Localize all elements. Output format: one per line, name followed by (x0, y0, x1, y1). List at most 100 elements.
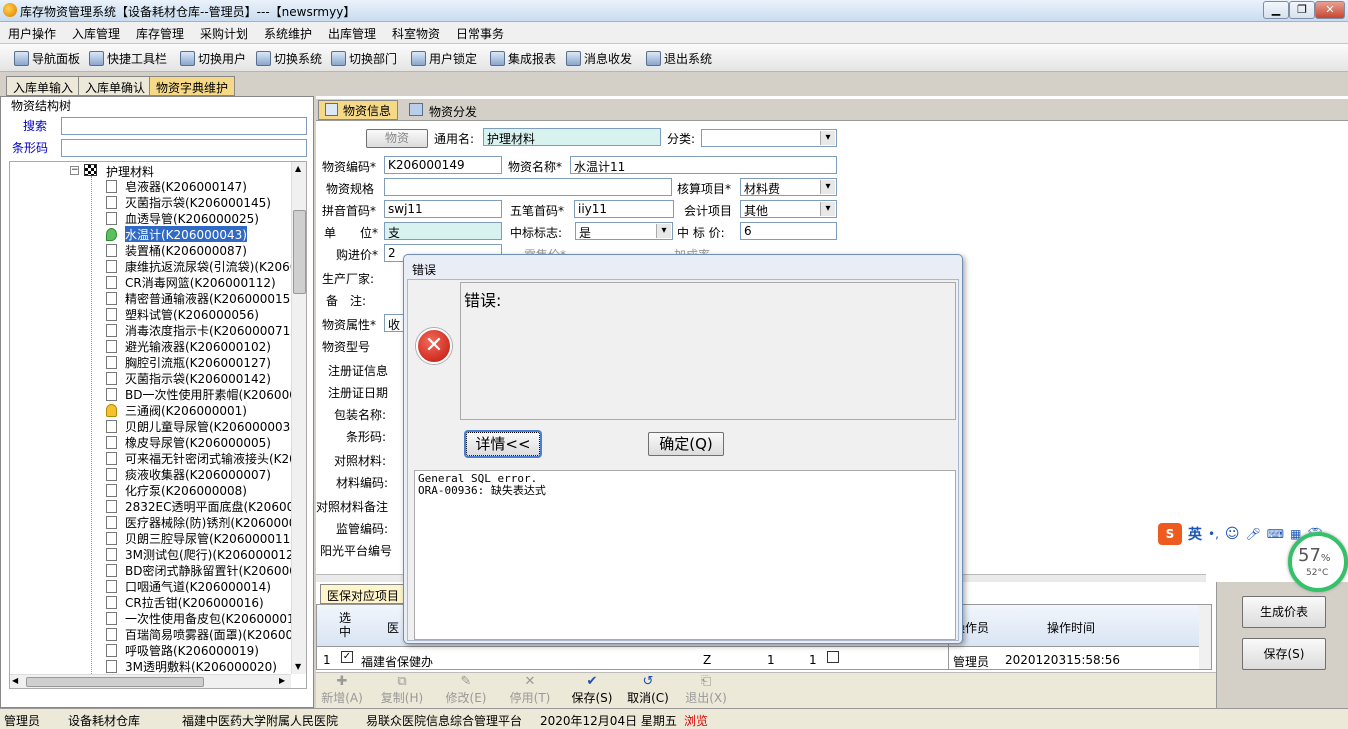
minimize-button[interactable]: ▁ (1263, 1, 1289, 19)
menu-user-ops[interactable]: 用户操作 (8, 25, 56, 42)
goods-type-button[interactable]: 物资 (366, 129, 428, 148)
ime-punct-icon[interactable]: •, (1208, 527, 1219, 541)
pinyin-code-field[interactable]: swj11 (384, 200, 502, 218)
tab-goods-dictionary[interactable]: 物资字典维护 (149, 76, 236, 96)
tree-item[interactable]: 三通阀(K206000001) (106, 402, 292, 418)
tab-goods-distribution[interactable]: 物资分发 (402, 100, 485, 120)
switch-user-button[interactable]: 切换用户 (180, 50, 246, 67)
row-checkbox-2[interactable] (827, 651, 839, 663)
disable-button[interactable]: ✕ 停用(T) (506, 674, 554, 706)
tree-hscroll-thumb[interactable] (26, 677, 204, 687)
tree-item[interactable]: 康维抗返流尿袋(引流袋)(K2060 (106, 258, 292, 274)
tree-item[interactable]: 胸腔引流瓶(K206000127) (106, 354, 292, 370)
menu-outbound[interactable]: 出库管理 (328, 25, 376, 42)
accounting-item-select[interactable]: 其他 (740, 200, 837, 218)
tree-item[interactable]: 2832EC透明平面底盘(K2060000 (106, 498, 292, 514)
generate-price-table-button[interactable]: 生成价表 (1242, 596, 1326, 628)
search-input[interactable] (61, 117, 307, 135)
tree-vscroll-thumb[interactable] (293, 210, 306, 294)
account-item-select[interactable]: 材料费 (740, 178, 837, 196)
tree-item[interactable]: 一次性使用备皮包(K206000017) (106, 610, 292, 626)
close-button[interactable]: ✕ (1315, 1, 1345, 19)
barcode-input[interactable] (61, 139, 307, 157)
side-save-button[interactable]: 保存(S) (1242, 638, 1326, 670)
tab-inbound-confirm[interactable]: 入库单确认 (78, 76, 153, 96)
tree-item[interactable]: 贝朗儿童导尿管(K206000003) (106, 418, 292, 434)
save-button[interactable]: ✔ 保存(S) (568, 674, 616, 706)
tree-item[interactable]: 口咽通气道(K206000014) (106, 578, 292, 594)
category-select[interactable] (701, 129, 837, 147)
ok-button[interactable]: 确定(Q) (648, 432, 724, 456)
tree-item[interactable]: 消毒浓度指示卡(K206000071) (106, 322, 292, 338)
ime-keyboard-icon[interactable]: ⌨ (1267, 527, 1284, 541)
tree-vscrollbar[interactable]: ▲ ▼ (291, 162, 306, 674)
tree-item[interactable]: 3M测试包(爬行)(K206000012) (106, 546, 292, 562)
switch-system-button[interactable]: 切换系统 (256, 50, 322, 67)
messages-button[interactable]: 消息收发 (566, 50, 632, 67)
maximize-button[interactable]: ❐ (1289, 1, 1315, 19)
nav-panel-button[interactable]: 导航面板 (14, 50, 80, 67)
ime-mic-icon[interactable]: 🎤︎ (1246, 527, 1261, 541)
ime-language[interactable]: 英 (1188, 524, 1202, 544)
menu-system-maint[interactable]: 系统维护 (264, 25, 312, 42)
tree-item[interactable]: 皂液器(K206000147) (106, 178, 292, 194)
generic-name-field[interactable]: 护理材料 (483, 128, 661, 146)
tree-item[interactable]: 灭菌指示袋(K206000142) (106, 370, 292, 386)
quick-toolbar-button[interactable]: 快捷工具栏 (89, 50, 167, 67)
tree-item[interactable]: 精密普通输液器(K206000015) (106, 290, 292, 306)
tree-item[interactable]: 痰液收集器(K206000007) (106, 466, 292, 482)
ime-emoji-icon[interactable]: ☺ (1225, 526, 1240, 542)
menu-dept-goods[interactable]: 科室物资 (392, 25, 440, 42)
copy-button[interactable]: ⧉ 复制(H) (378, 674, 426, 706)
tree-item[interactable]: 化疗泵(K206000008) (106, 482, 292, 498)
tree-item[interactable]: 灭菌指示袋(K206000145) (106, 194, 292, 210)
tree-item[interactable]: 贝朗三腔导尿管(K206000011) (106, 530, 292, 546)
tab-goods-info[interactable]: 物资信息 (318, 100, 399, 120)
add-button[interactable]: ✚ 新增(A) (320, 674, 364, 706)
exit-system-button[interactable]: 退出系统 (646, 50, 712, 67)
tree-item[interactable]: 塑料试管(K206000056) (106, 306, 292, 322)
tree-hscrollbar[interactable]: ◀ ▶ (10, 674, 291, 688)
user-lock-button[interactable]: 用户锁定 (411, 50, 477, 67)
grid-vscrollbar[interactable] (1199, 605, 1211, 669)
tree-item[interactable]: 避光输液器(K206000102) (106, 338, 292, 354)
menu-inbound[interactable]: 入库管理 (72, 25, 120, 42)
exit-button[interactable]: ⎗ 退出(X) (682, 674, 730, 706)
row-checkbox[interactable]: ✓ (341, 651, 353, 663)
tree-item[interactable]: 装置桶(K206000087) (106, 242, 292, 258)
switch-dept-button[interactable]: 切换部门 (331, 50, 397, 67)
menu-inventory[interactable]: 库存管理 (136, 25, 184, 42)
tree-item[interactable]: 3M透明敷料(K206000020) (106, 658, 292, 674)
tree-item[interactable]: BD一次性使用肝素帽(K20600000 (106, 386, 292, 402)
tab-inbound-entry[interactable]: 入库单输入 (6, 76, 81, 96)
status-bar: 管理员 设备耗材仓库 福建中医药大学附属人民医院 易联众医院信息综合管理平台 2… (0, 708, 1348, 729)
details-button[interactable]: 详情<< (466, 432, 540, 456)
tab-insurance-items[interactable]: 医保对应项目 (320, 584, 407, 604)
wubi-code-field[interactable]: iiy11 (574, 200, 674, 218)
bid-flag-select[interactable]: 是 (575, 222, 673, 240)
menu-purchase-plan[interactable]: 采购计划 (200, 25, 248, 42)
unit-field[interactable]: 支 (384, 222, 502, 240)
reports-button[interactable]: 集成报表 (490, 50, 556, 67)
tree-item[interactable]: 医疗器械除(防)锈剂(K20600001 (106, 514, 292, 530)
tree-item[interactable]: CR消毒网篮(K206000112) (106, 274, 292, 290)
tree-item[interactable]: 橡皮导尿管(K206000005) (106, 434, 292, 450)
collapse-toggle[interactable]: − (70, 166, 79, 175)
edit-button[interactable]: ✎ 修改(E) (442, 674, 490, 706)
main-tab-strip: 入库单输入 入库单确认 物资字典维护 (0, 74, 1348, 96)
tree-item[interactable]: 可来福无针密闭式输液接头(K20 (106, 450, 292, 466)
tree-item[interactable]: 血透导管(K206000025) (106, 210, 292, 226)
barcode-label: 条形码 (12, 141, 49, 155)
tree-item[interactable]: CR拉舌钳(K206000016) (106, 594, 292, 610)
tree-item[interactable]: BD密闭式静脉留置针(K20600001 (106, 562, 292, 578)
goods-attr-field[interactable]: 收 (384, 314, 404, 332)
tree-item[interactable]: 呼吸管路(K206000019) (106, 642, 292, 658)
goods-spec-field[interactable] (384, 178, 672, 196)
menu-daily[interactable]: 日常事务 (456, 25, 504, 42)
goods-code-field[interactable]: K206000149 (384, 156, 502, 174)
tree-item[interactable]: 水温计(K206000043) (106, 226, 292, 242)
cancel-button[interactable]: ↺ 取消(C) (624, 674, 672, 706)
goods-name-field[interactable]: 水温计11 (570, 156, 837, 174)
bid-price-field[interactable]: 6 (740, 222, 837, 240)
tree-item[interactable]: 百瑞简易喷雾器(面罩)(K206000 (106, 626, 292, 642)
